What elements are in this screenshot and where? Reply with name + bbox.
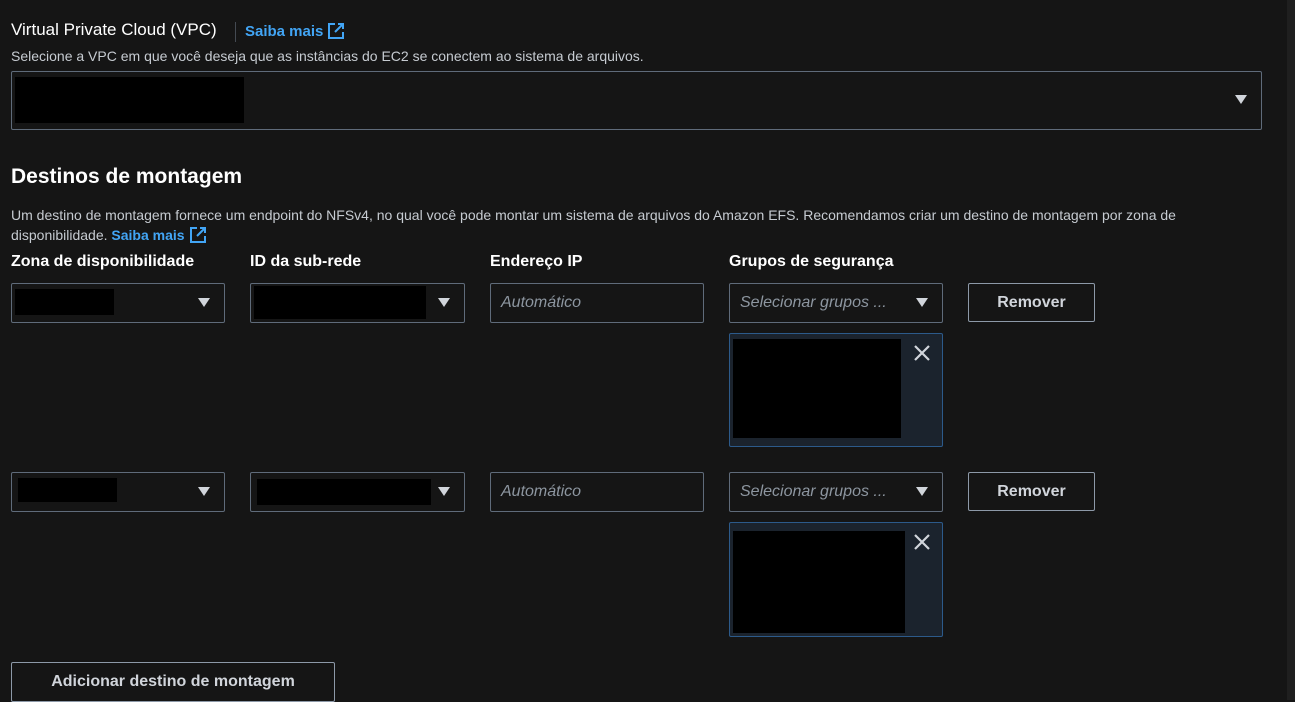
redacted-zone-value	[18, 478, 117, 502]
chevron-down-icon	[198, 298, 210, 307]
mount-targets-description: Um destino de montagem fornece um endpoi…	[11, 205, 1271, 245]
security-groups-select[interactable]: Selecionar grupos ...	[729, 283, 943, 323]
remove-button[interactable]: Remover	[968, 472, 1095, 511]
availability-zone-select[interactable]	[11, 472, 225, 512]
remove-button[interactable]: Remover	[968, 283, 1095, 322]
chevron-down-icon	[198, 487, 210, 496]
redacted-subnet-value	[254, 286, 426, 319]
vpc-learn-more-label: Saiba mais	[245, 22, 324, 40]
security-groups-placeholder: Selecionar grupos ...	[740, 483, 887, 500]
availability-zone-select[interactable]	[11, 283, 225, 323]
close-icon[interactable]	[912, 343, 932, 363]
mount-targets-learn-more-link[interactable]: Saiba mais	[111, 225, 206, 245]
ip-address-input[interactable]: Automático	[490, 472, 704, 512]
chevron-down-icon	[438, 487, 450, 496]
chevron-down-icon	[1235, 95, 1247, 104]
security-groups-select[interactable]: Selecionar grupos ...	[729, 472, 943, 512]
external-link-icon	[189, 227, 206, 243]
chevron-down-icon	[916, 487, 928, 496]
vpc-field-label: Virtual Private Cloud (VPC)	[11, 20, 217, 39]
column-header-ip: Endereço IP	[490, 253, 583, 270]
column-header-security-groups: Grupos de segurança	[729, 253, 894, 270]
chevron-down-icon	[916, 298, 928, 307]
column-header-subnet: ID da sub-rede	[250, 253, 362, 270]
redacted-security-group	[733, 339, 901, 438]
vpc-description: Selecione a VPC em que você deseja que a…	[11, 48, 644, 64]
vpc-select[interactable]	[11, 71, 1262, 130]
redacted-subnet-value	[257, 479, 431, 505]
mount-targets-heading: Destinos de montagem	[11, 165, 243, 188]
external-link-icon	[328, 23, 345, 39]
column-header-zone: Zona de disponibilidade	[11, 253, 195, 270]
subnet-id-select[interactable]	[250, 472, 465, 512]
mount-targets-learn-more-label: Saiba mais	[111, 227, 185, 243]
add-mount-target-button[interactable]: Adicionar destino de montagem	[11, 662, 335, 702]
security-group-token	[729, 333, 943, 447]
redacted-vpc-value	[15, 77, 244, 123]
security-group-token	[729, 522, 943, 637]
label-divider	[235, 22, 236, 42]
chevron-down-icon	[438, 298, 450, 307]
redacted-security-group	[733, 531, 905, 633]
close-icon[interactable]	[912, 532, 932, 552]
ip-address-input[interactable]: Automático	[490, 283, 704, 323]
redacted-zone-value	[15, 289, 114, 315]
security-groups-placeholder: Selecionar grupos ...	[740, 294, 887, 311]
vpc-learn-more-link[interactable]: Saiba mais	[245, 22, 345, 40]
scrollbar-track[interactable]	[1287, 0, 1295, 700]
subnet-id-select[interactable]	[250, 283, 465, 323]
